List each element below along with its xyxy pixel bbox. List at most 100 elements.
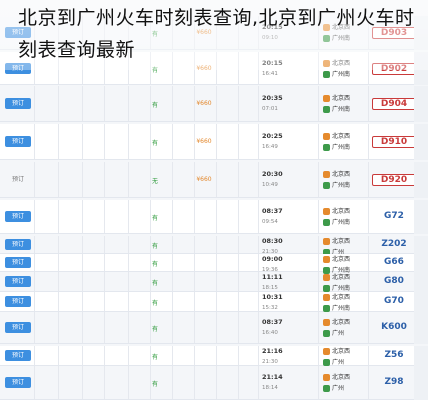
row-edge [414,200,428,234]
train-number[interactable]: G80 [372,276,416,286]
to-station: 广州南 [323,104,365,115]
column-divider [318,312,319,343]
column-divider [318,346,319,365]
column-divider [258,254,259,271]
column-divider [58,312,59,343]
column-divider [368,86,369,121]
train-number[interactable]: G72 [372,211,416,221]
column-divider [172,292,173,311]
column-divider [58,124,59,159]
train-number[interactable]: G66 [372,257,416,267]
column-divider [82,366,83,399]
book-button[interactable]: 预订 [5,296,31,307]
origin-badge-icon [323,374,330,381]
column-divider [172,124,173,159]
column-divider [238,236,239,253]
column-divider [368,254,369,271]
arrive-time: 16:40 [262,330,278,336]
table-row: 预订 有 10:31 15:32 北京西 广州南 G70 [0,292,428,312]
column-divider [172,366,173,399]
seat-availability: 有 [151,243,158,250]
from-station: 北京西 [323,93,365,104]
row-edge [414,366,428,400]
column-divider [258,124,259,159]
column-divider [104,124,105,159]
train-number[interactable]: Z98 [372,377,416,387]
table-row: 预订 有 21:16 21:30 北京西 广州 Z56 [0,346,428,366]
column-divider [104,366,105,399]
depart-time: 08:30 [262,237,283,245]
column-divider [82,272,83,291]
train-number[interactable]: Z56 [372,350,416,360]
train-times: 20:35 07:01 [262,93,314,115]
column-divider [216,292,217,311]
depart-time: 08:37 [262,207,283,215]
row-edge [414,124,428,160]
book-button[interactable]: 预订 [5,136,31,147]
column-divider [216,346,217,365]
book-button[interactable]: 预订 [5,276,31,287]
origin-badge-icon [323,348,330,355]
column-divider [128,236,129,253]
to-station: 广州南 [323,180,365,191]
origin-badge-icon [323,274,330,281]
column-divider [368,346,369,365]
row-edge [414,272,428,292]
book-button[interactable]: 预订 [5,377,31,388]
column-divider [172,346,173,365]
row-edge [414,162,428,198]
column-divider [104,162,105,197]
book-button[interactable]: 预订 [5,257,31,268]
row-edge [414,292,428,312]
depart-time: 21:14 [262,373,283,381]
seat-availability: 无 [151,178,158,185]
column-divider [82,346,83,365]
column-divider [238,254,239,271]
train-number[interactable]: Z202 [372,239,416,249]
train-number[interactable]: D904 [372,98,416,110]
train-times: 21:16 21:30 [262,346,314,368]
column-divider [194,292,195,311]
depart-time: 09:00 [262,255,283,263]
from-station: 北京西 [323,206,365,217]
book-button[interactable]: 预订 [5,350,31,361]
column-divider [34,366,35,399]
from-station: 北京西 [323,236,365,247]
book-button[interactable]: 预订 [5,211,31,222]
route-stations: 北京西广州南 [323,93,365,115]
column-divider [104,292,105,311]
column-divider [82,254,83,271]
column-divider [368,200,369,233]
to-station: 广州南 [323,69,365,80]
column-divider [128,346,129,365]
terminal-badge-icon [323,106,330,113]
column-divider [318,124,319,159]
terminal-badge-icon [323,219,330,226]
column-divider [172,312,173,343]
from-station: 北京西 [323,272,365,283]
origin-badge-icon [323,208,330,215]
from-station: 北京西 [323,254,365,265]
column-divider [82,292,83,311]
train-number[interactable]: K600 [372,322,416,332]
column-divider [318,200,319,233]
table-row: 预订 有 08:37 16:40 北京西 广州 K600 [0,312,428,344]
book-button[interactable]: 预订 [5,239,31,250]
route-stations: 北京西广州南 [323,292,365,314]
column-divider [82,124,83,159]
train-number[interactable]: G70 [372,296,416,306]
book-button[interactable]: 预订 [5,322,31,333]
ticket-price: ¥660 [196,176,212,183]
train-number[interactable]: D910 [372,136,416,148]
arrive-time: 10:49 [262,182,278,188]
terminal-badge-icon [323,285,330,292]
book-button[interactable]: 预订 [5,98,31,109]
column-divider [216,254,217,271]
train-number[interactable]: D920 [372,174,416,186]
origin-badge-icon [323,256,330,263]
train-times: 08:37 09:54 [262,206,314,228]
row-edge [414,236,428,254]
column-divider [34,346,35,365]
route-stations: 北京西广州南 [323,206,365,228]
column-divider [34,124,35,159]
